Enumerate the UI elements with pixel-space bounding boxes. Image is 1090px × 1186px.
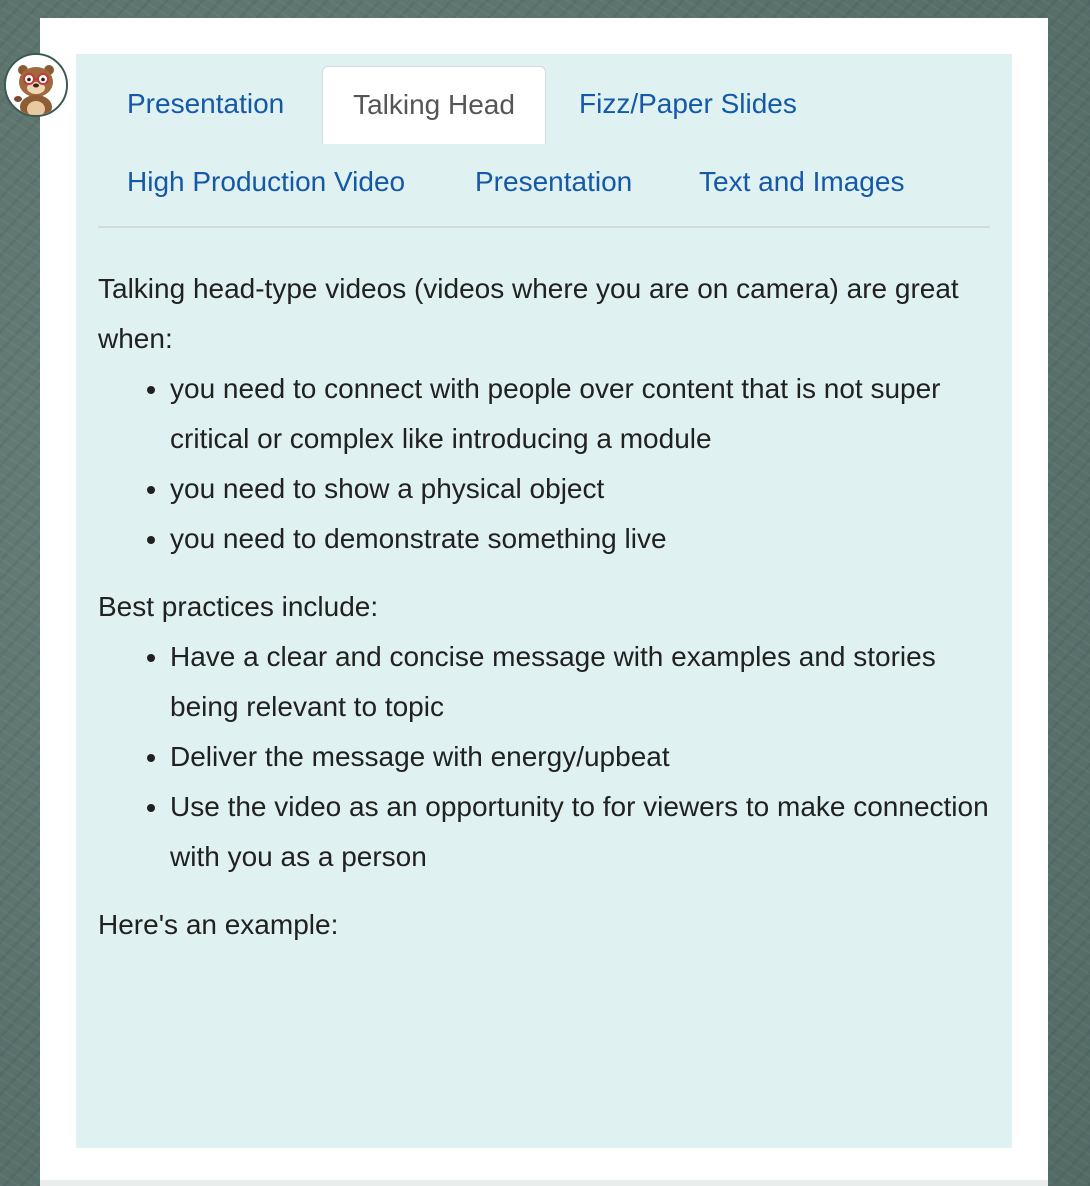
best-practices-heading: Best practices include: [98, 591, 379, 622]
tab-presentation-2[interactable]: Presentation [475, 144, 632, 222]
tab-high-production-video[interactable]: High Production Video [127, 144, 405, 222]
best-practices-list: Have a clear and concise message with ex… [98, 632, 990, 882]
list-item: Have a clear and concise message with ex… [170, 632, 990, 732]
list-item: you need to demonstrate something live [170, 514, 990, 564]
example-label: Here's an example: [98, 909, 339, 940]
tab-panel: Presentation Talking Head Fizz/Paper Sli… [76, 54, 1012, 1148]
tab-fizz-paper-slides[interactable]: Fizz/Paper Slides [579, 66, 797, 144]
tab-content: Talking head-type videos (videos where y… [98, 264, 990, 950]
list-item: you need to connect with people over con… [170, 364, 990, 464]
list-item: Deliver the message with energy/upbeat [170, 732, 990, 782]
list-item: you need to show a physical object [170, 464, 990, 514]
tab-presentation[interactable]: Presentation [127, 66, 284, 144]
intro-paragraph: Talking head-type videos (videos where y… [98, 273, 959, 354]
list-item: Use the video as an opportunity to for v… [170, 782, 990, 882]
tab-talking-head[interactable]: Talking Head [322, 66, 546, 144]
when-list: you need to connect with people over con… [98, 364, 990, 564]
otter-avatar-icon [4, 53, 68, 117]
tab-text-and-images[interactable]: Text and Images [699, 144, 904, 222]
tab-bar: Presentation Talking Head Fizz/Paper Sli… [98, 66, 990, 228]
card-bottom-edge [40, 1180, 1048, 1186]
